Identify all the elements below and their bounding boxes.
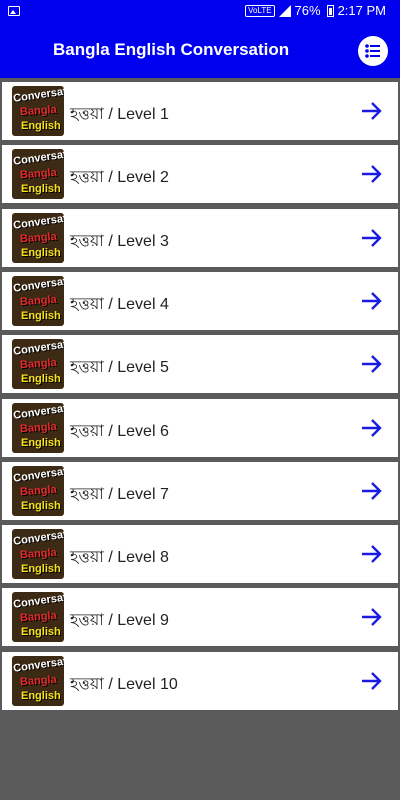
conversation-logo: Conversation Bangla English <box>12 402 64 453</box>
logo-text: Conversation <box>12 465 64 485</box>
logo-text: English <box>21 563 61 576</box>
logo-text: Conversation <box>12 339 64 359</box>
logo-text: Conversation <box>12 275 64 295</box>
app-bar: Bangla English Conversation <box>0 24 400 78</box>
level-label: হত্তয়া / Level 5 <box>70 359 169 377</box>
level-row[interactable]: Conversation Bangla English হত্তয়া / Level… <box>2 208 398 267</box>
logo-text: Conversation <box>12 592 64 612</box>
logo-text: Bangla <box>19 673 58 688</box>
logo-text: Bangla <box>19 167 58 182</box>
conversation-logo: Conversation Bangla English <box>12 465 64 516</box>
conversation-logo: Conversation Bangla English <box>12 529 64 580</box>
logo-text: Conversation <box>12 86 64 105</box>
arrow-right-icon[interactable] <box>360 416 384 440</box>
logo-text: Bangla <box>19 546 58 562</box>
arrow-right-icon[interactable] <box>360 479 384 503</box>
logo-text: Conversation <box>12 529 64 548</box>
level-label: হত্তয়া / Level 2 <box>70 169 169 187</box>
logo-text: Bangla <box>19 610 58 625</box>
logo-text: Conversation <box>12 149 64 169</box>
logo-text: Bangla <box>19 230 58 245</box>
image-icon <box>8 6 20 16</box>
level-row[interactable]: Conversation Bangla English হত্তয়া / Level… <box>2 82 398 140</box>
level-row[interactable]: Conversation Bangla English হত্তয়া / Level… <box>2 651 398 710</box>
conversation-logo: Conversation Bangla English <box>12 149 64 200</box>
logo-text: English <box>21 120 61 132</box>
level-label: হত্তয়া / Level 9 <box>70 612 169 630</box>
logo-text: Conversation <box>12 212 64 232</box>
logo-text: English <box>21 373 61 386</box>
logo-text: Bangla <box>19 356 58 372</box>
logo-text: Conversation <box>12 655 64 675</box>
level-row[interactable]: Conversation Bangla English হত্তয়া / Level… <box>2 335 398 394</box>
level-row[interactable]: Conversation Bangla English হত্তয়া / Level… <box>2 398 398 457</box>
arrow-right-icon[interactable] <box>360 605 384 629</box>
conversation-logo: Conversation Bangla English <box>12 339 64 390</box>
level-row[interactable]: Conversation Bangla English হত্তয়া / Level… <box>2 271 398 330</box>
volte-badge: VoLTE <box>245 4 275 17</box>
arrow-right-icon[interactable] <box>360 669 384 693</box>
arrow-right-icon[interactable] <box>360 162 384 186</box>
level-label: হত্তয়া / Level 6 <box>70 422 169 440</box>
level-label: হত্তয়া / Level 4 <box>70 295 169 313</box>
logo-text: Bangla <box>19 293 58 309</box>
logo-text: English <box>21 183 61 196</box>
level-label: হত্তয়া / Level 8 <box>70 549 169 567</box>
logo-text: English <box>21 246 61 259</box>
app-title: Bangla English Conversation <box>53 40 290 59</box>
logo-text: English <box>21 499 61 512</box>
arrow-right-icon[interactable] <box>360 226 384 250</box>
status-indicators: VoLTE 76% 2:17 PM <box>245 3 386 18</box>
arrow-right-icon[interactable] <box>360 289 384 313</box>
logo-text: English <box>21 626 61 639</box>
conversation-logo: Conversation Bangla English <box>12 212 64 263</box>
arrow-right-icon[interactable] <box>360 99 384 123</box>
level-row[interactable]: Conversation Bangla English হত্তয়া / Level… <box>2 461 398 520</box>
menu-button[interactable] <box>358 36 388 66</box>
level-label: হত্তয়া / Level 7 <box>70 485 169 503</box>
level-label: হত্তয়া / Level 1 <box>70 106 169 123</box>
logo-text: Conversation <box>12 402 64 422</box>
conversation-logo: Conversation Bangla English <box>12 592 64 643</box>
signal-icon <box>278 4 291 17</box>
conversation-logo: Conversation Bangla English <box>12 86 64 136</box>
level-row[interactable]: Conversation Bangla English হত্তয়া / Level… <box>2 525 398 584</box>
status-bar: VoLTE 76% 2:17 PM <box>0 0 400 24</box>
level-label: হত্তয়া / Level 3 <box>70 232 169 250</box>
level-label: হত্তয়া / Level 10 <box>70 675 178 693</box>
logo-text: Bangla <box>19 420 58 435</box>
logo-text: Bangla <box>19 483 58 499</box>
battery-percent: 76% <box>294 3 321 18</box>
conversation-logo: Conversation Bangla English <box>12 655 64 706</box>
conversation-logo: Conversation Bangla English <box>12 275 64 326</box>
level-row[interactable]: Conversation Bangla English হত্তয়া / Level… <box>2 145 398 204</box>
list-icon <box>365 44 380 58</box>
clock: 2:17 PM <box>337 3 386 18</box>
logo-text: Bangla <box>19 103 58 119</box>
arrow-right-icon[interactable] <box>360 542 384 566</box>
level-row[interactable]: Conversation Bangla English হত্তয়া / Level… <box>2 588 398 647</box>
logo-text: English <box>21 309 61 322</box>
arrow-right-icon[interactable] <box>360 352 384 376</box>
logo-text: English <box>21 689 61 702</box>
battery-icon <box>326 4 334 17</box>
logo-text: English <box>21 436 61 449</box>
